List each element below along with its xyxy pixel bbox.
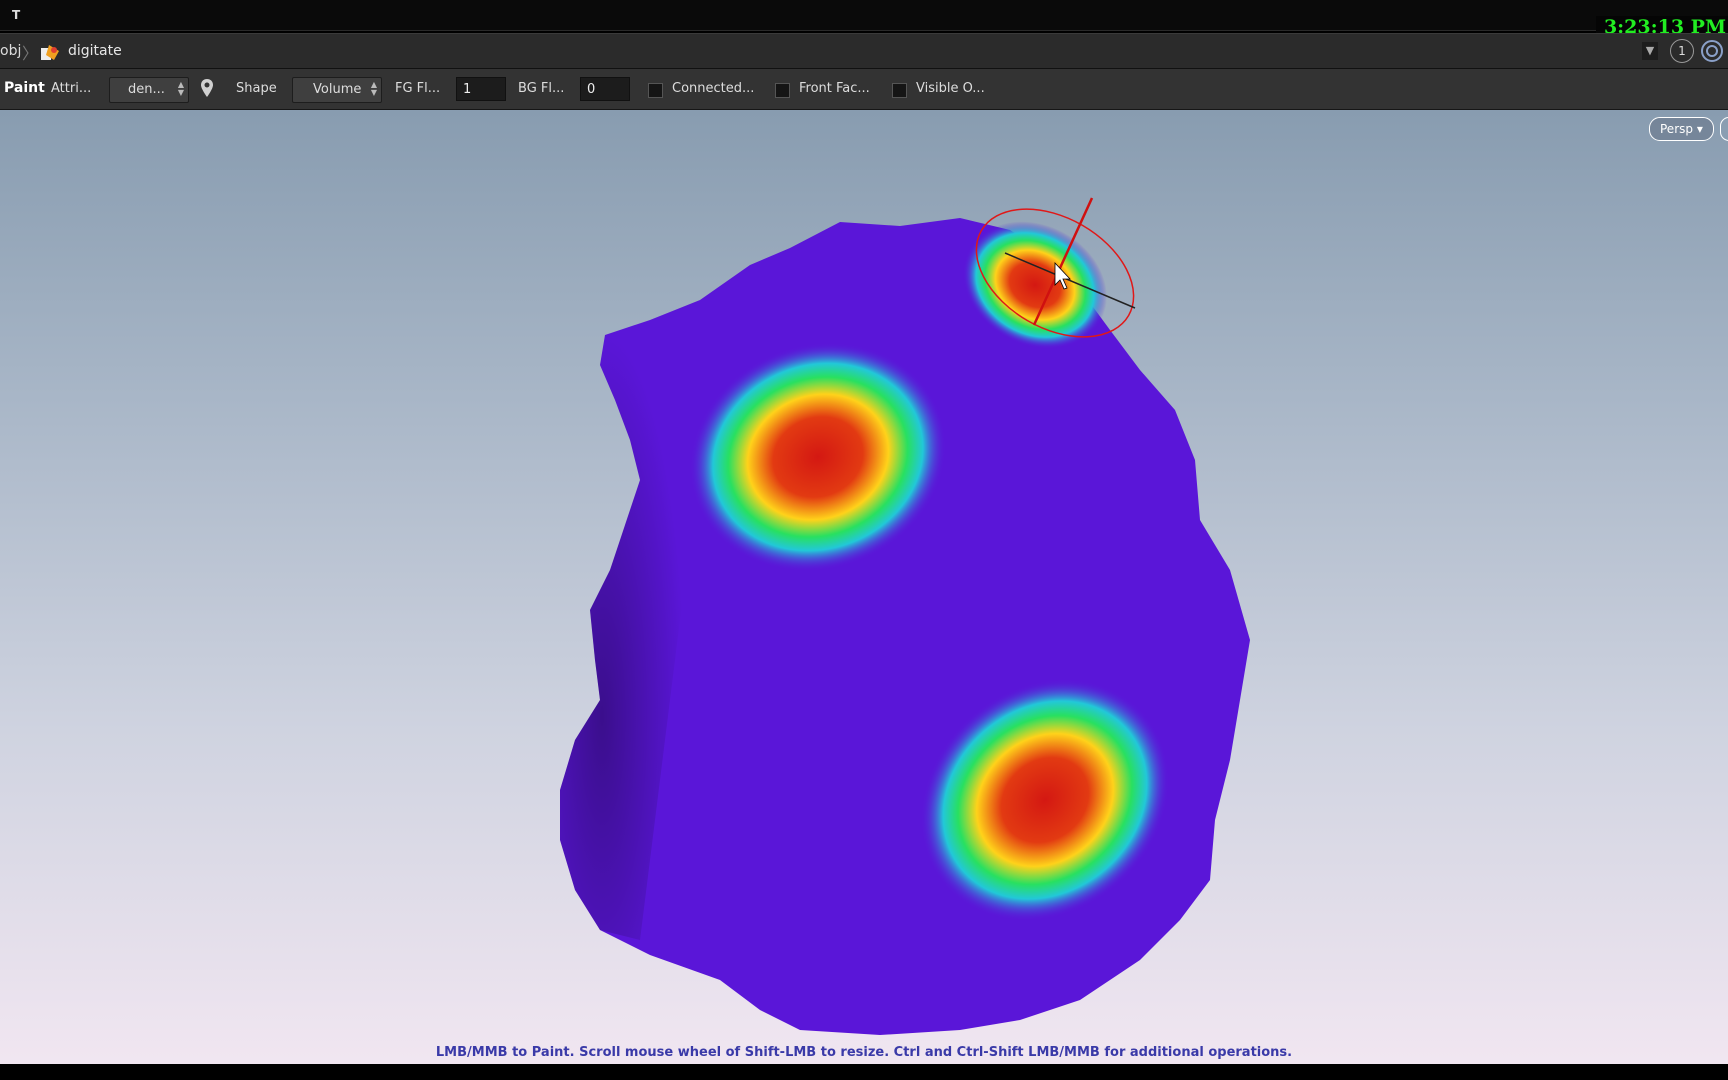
front-facing-label: Front Fac... [799, 81, 870, 96]
visible-only-checkbox[interactable] [892, 83, 907, 98]
shape-select-value: Volume [313, 82, 362, 97]
camera-menu-button[interactable]: Persp ▾ [1649, 117, 1714, 141]
camera-menu-label: Persp [1660, 122, 1693, 136]
location-pin-icon[interactable] [200, 78, 214, 100]
network-path-bar: obj 〉 digitate ▼ 1 [0, 33, 1728, 69]
network-ring-icon[interactable] [1700, 39, 1724, 63]
houdini-node-icon [41, 45, 59, 60]
top-menu-bar: T [0, 0, 1728, 31]
attribute-select-value: den... [128, 82, 165, 97]
fg-flood-label: FG Fl... [395, 81, 441, 96]
path-node-digitate[interactable]: digitate [68, 43, 122, 59]
front-facing-checkbox[interactable] [775, 83, 790, 98]
tool-title: Paint [4, 80, 45, 96]
bg-flood-label: BG Fl... [518, 81, 565, 96]
fg-flood-field[interactable]: 1 [456, 77, 506, 101]
spinner-arrows-icon: ▲ ▼ [177, 80, 184, 97]
path-separator: 〉 [22, 44, 39, 63]
viewport-status-message: LMB/MMB to Paint. Scroll mouse wheel of … [435, 1045, 1293, 1060]
desktop-number-button[interactable]: 1 [1670, 39, 1694, 63]
shape-label: Shape [236, 81, 277, 96]
visible-only-label: Visible O... [916, 81, 985, 96]
path-root-obj[interactable]: obj [0, 43, 21, 59]
connected-label: Connected... [672, 81, 755, 96]
painted-rock-mesh[interactable] [0, 110, 1728, 1064]
attribute-select[interactable]: den... ▲ ▼ [109, 77, 189, 103]
path-history-dropdown[interactable]: ▼ [1642, 42, 1658, 60]
shape-select[interactable]: Volume ▲ ▼ [292, 77, 382, 103]
3d-viewport[interactable]: Persp ▾ [0, 110, 1728, 1064]
menu-mark[interactable]: T [12, 8, 20, 22]
spinner-arrows-icon: ▲ ▼ [370, 80, 377, 97]
bg-flood-field[interactable]: 0 [580, 77, 630, 101]
connected-checkbox[interactable] [648, 83, 663, 98]
paint-tool-options-bar: Paint Attri... den... ▲ ▼ Shape Volume ▲ ▼… [0, 69, 1728, 110]
attribute-label: Attri... [51, 81, 92, 96]
bottom-bar [0, 1064, 1728, 1080]
display-options-button[interactable] [1720, 117, 1728, 141]
